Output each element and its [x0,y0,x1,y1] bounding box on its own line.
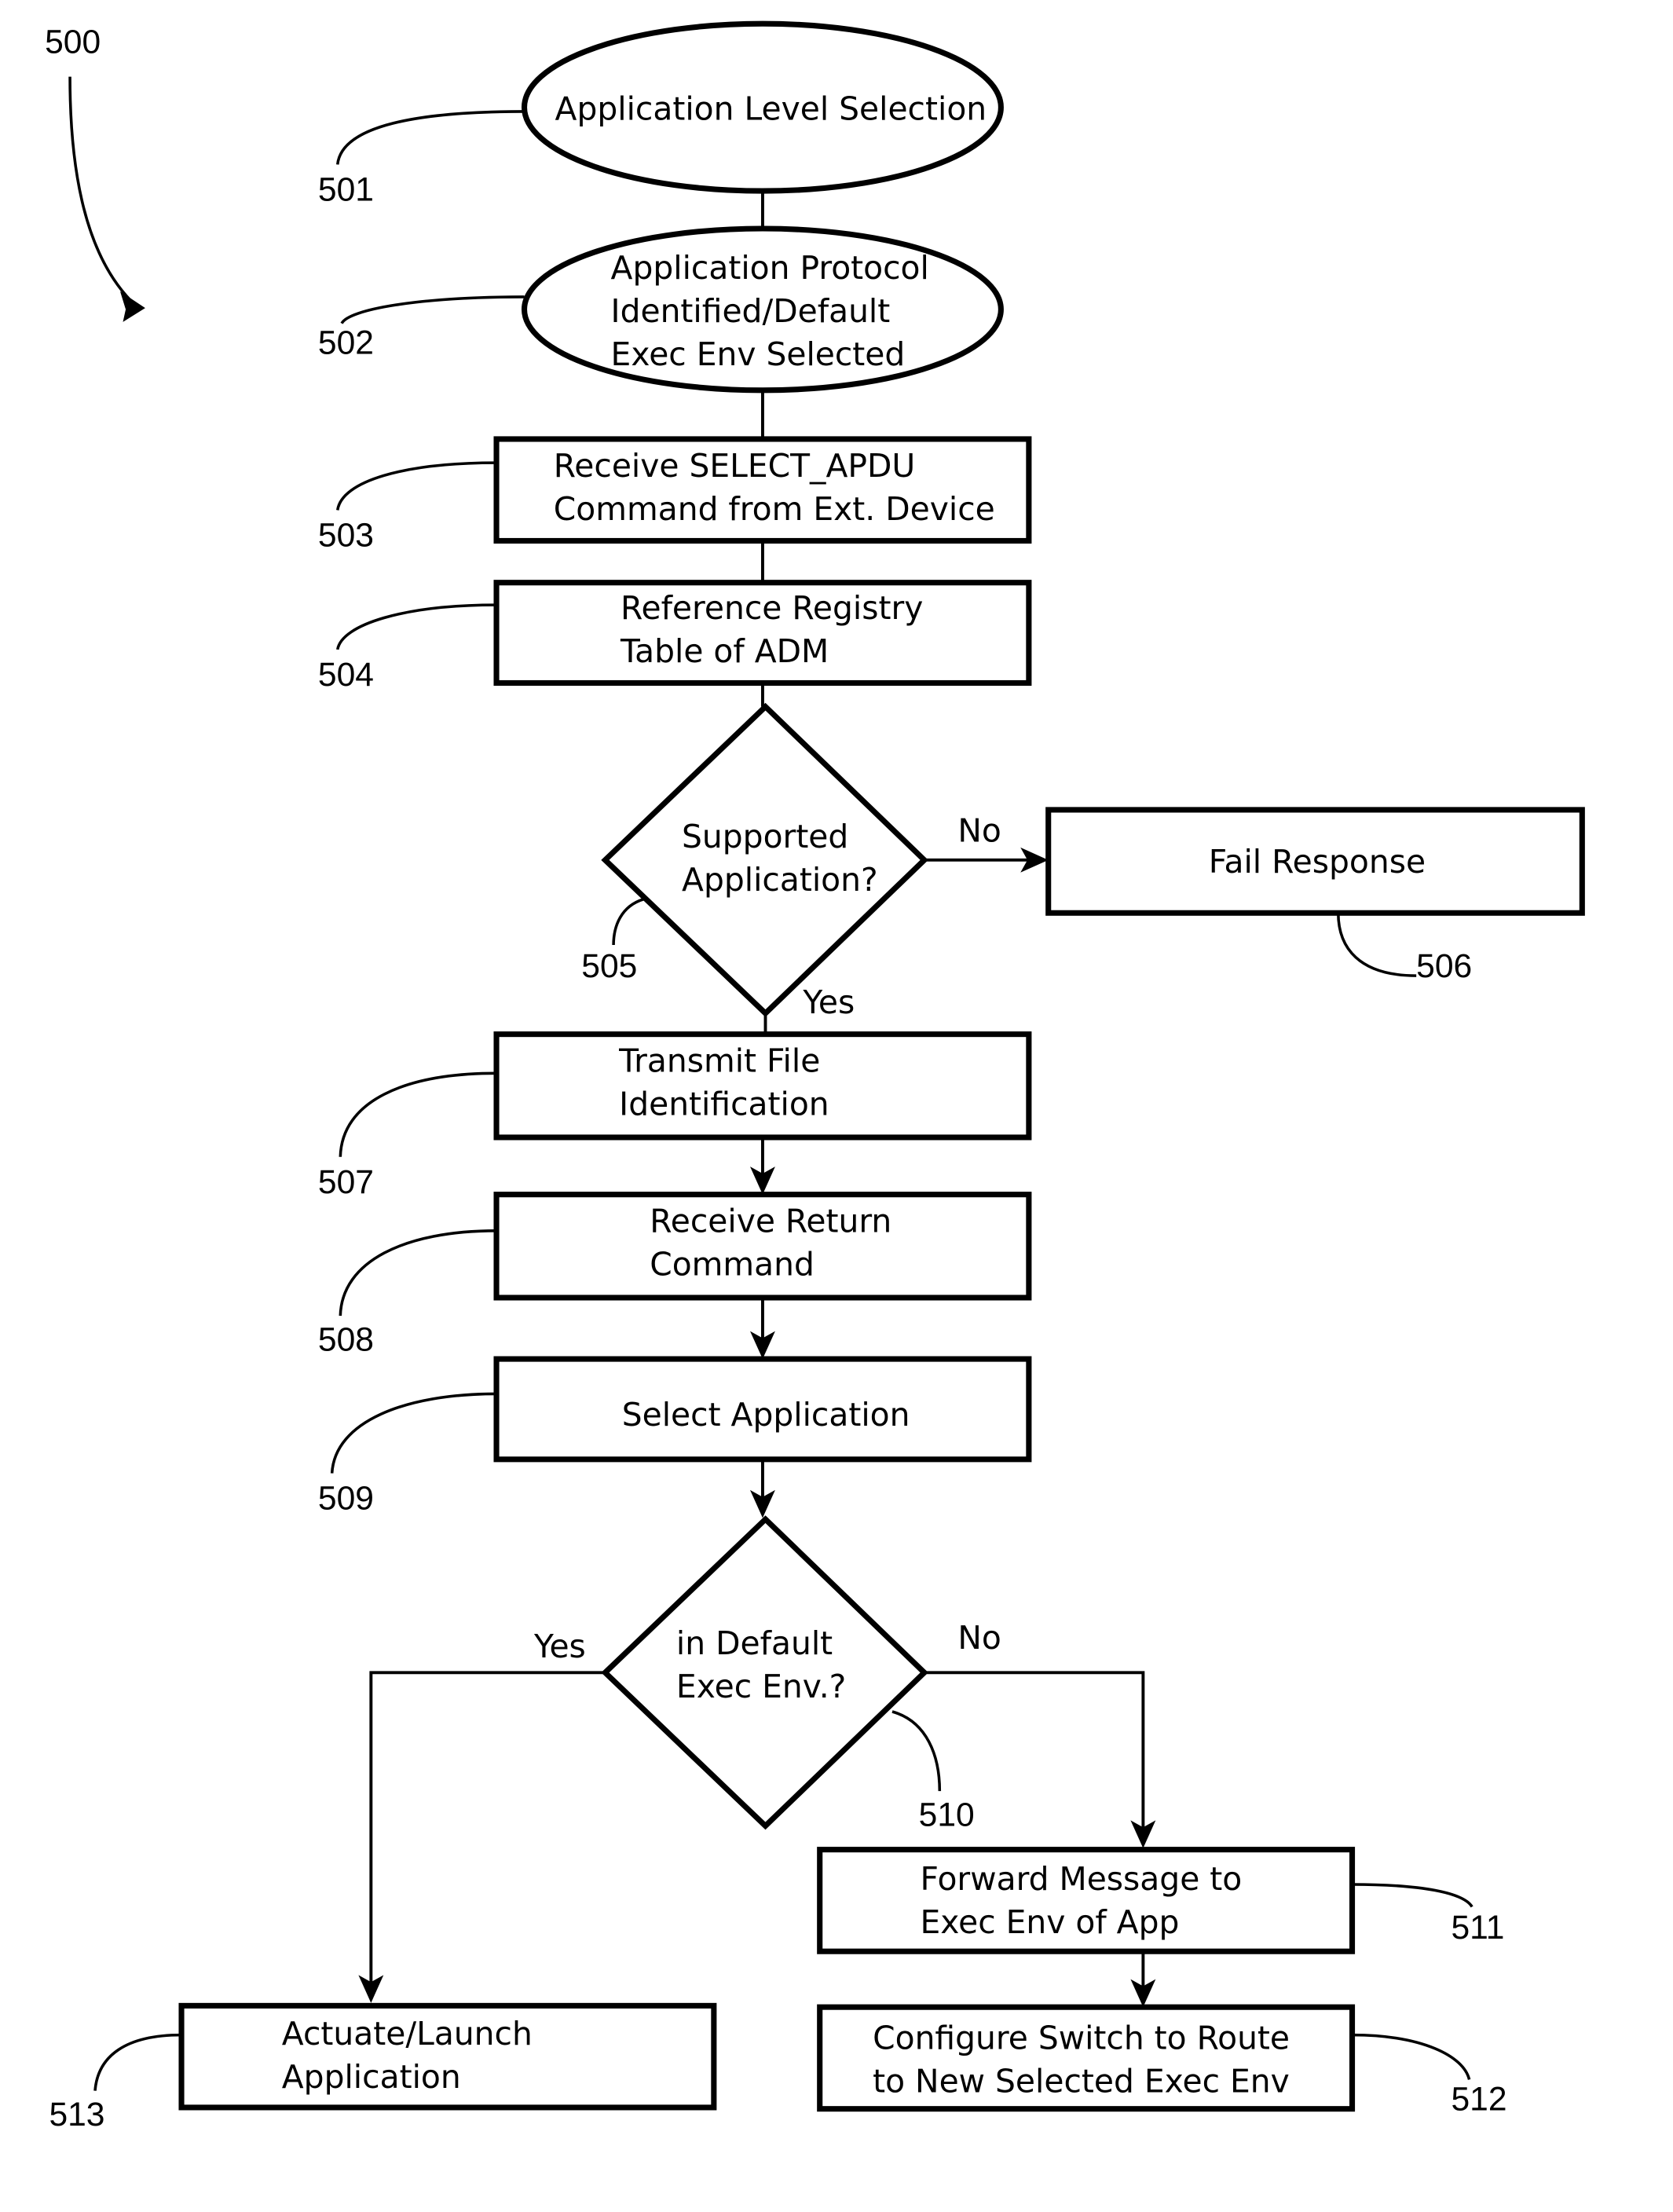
node-503-line-1: Receive SELECT_APDU [554,447,915,485]
node-509: Select Application [493,1356,1032,1463]
node-501-line-1: Application Level Selection [555,90,987,128]
leader-506 [1337,913,1417,977]
ref-506: 506 [1416,947,1472,985]
node-504-line-2: Table of ADM [620,632,829,670]
leader-503 [336,461,497,511]
node-505-line-2: Application? [682,861,878,899]
ref-513: 513 [49,2096,104,2133]
node-509-line-1: Select Application [622,1396,910,1434]
node-513: Actuate/Launch Application [178,2002,717,2111]
ref-505: 505 [581,947,637,985]
node-512-line-2: to New Selected Exec Env [873,2062,1290,2100]
edge-label-510-no: No [957,1619,1001,1657]
node-513-line-2: Application [282,2058,461,2096]
ref-507: 507 [318,1163,374,1201]
node-508-line-2: Command [650,1246,815,1284]
flowchart-500: 500 No Yes Yes No Application Level Sele… [45,20,1585,2133]
node-507-line-1: Transmit File [618,1042,820,1080]
ref-508: 508 [318,1320,374,1358]
node-503-line-2: Command from Ext. Device [554,490,995,528]
leader-512 [1352,2033,1471,2080]
figure-ref-500: 500 [45,23,101,60]
node-503: Receive SELECT_APDU Command from Ext. De… [493,436,1032,544]
ref-501: 501 [318,171,374,209]
ref-509: 509 [318,1480,374,1518]
node-504-line-1: Reference Registry [621,589,923,627]
leader-508 [339,1229,497,1317]
leader-511 [1352,1883,1473,1908]
leader-504 [336,603,497,650]
edge-label-505-yes: Yes [802,983,855,1021]
edge-label-505-no: No [957,812,1001,850]
ref-511: 511 [1452,1909,1505,1946]
node-502-line-1: Application Protocol [611,249,929,287]
edge-label-510-yes: Yes [533,1628,586,1665]
leader-501 [335,110,525,165]
node-510: in Default Exec Env.? [601,1515,928,1830]
node-511-line-1: Forward Message to [920,1860,1242,1898]
leader-502 [340,295,525,324]
ref-502: 502 [318,324,374,362]
node-507: Transmit File Identification [493,1031,1032,1141]
leader-510 [891,1710,942,1792]
node-506-line-1: Fail Response [1209,843,1426,881]
node-506: Fail Response [1045,807,1585,916]
node-510-line-1: in Default [676,1624,833,1662]
node-510-line-2: Exec Env.? [676,1668,846,1705]
node-511-line-2: Exec Env of App [920,1903,1179,1941]
node-508-line-1: Receive Return [650,1203,891,1240]
node-507-line-2: Identification [619,1086,829,1123]
ref-503: 503 [318,517,374,555]
ref-510: 510 [919,1796,975,1833]
figure-arrowhead-icon [119,291,145,322]
node-505: Supported Application? [601,702,928,1017]
leader-507 [339,1071,497,1157]
node-502-line-2: Identified/Default [611,292,891,330]
leader-513 [93,2033,182,2091]
node-505-line-1: Supported [682,818,848,855]
ref-504: 504 [318,656,374,694]
node-502-line-3: Exec Env Selected [611,335,906,373]
figure-arrow-icon [68,76,138,308]
node-512-line-1: Configure Switch to Route [873,2019,1290,2056]
ref-512: 512 [1452,2080,1507,2118]
leader-505 [612,897,645,946]
node-512: Configure Switch to Route to New Selecte… [817,2004,1356,2112]
node-501: Application Level Selection [521,20,1004,194]
connector-510-513 [369,1671,606,1987]
leader-509 [330,1392,497,1474]
node-504: Reference Registry Table of ADM [493,580,1032,687]
node-511: Forward Message to Exec Env of App [817,1847,1356,1954]
node-513-line-1: Actuate/Launch [282,2015,533,2053]
node-508: Receive Return Command [493,1192,1032,1301]
node-502: Application Protocol Identified/Default … [521,225,1004,394]
